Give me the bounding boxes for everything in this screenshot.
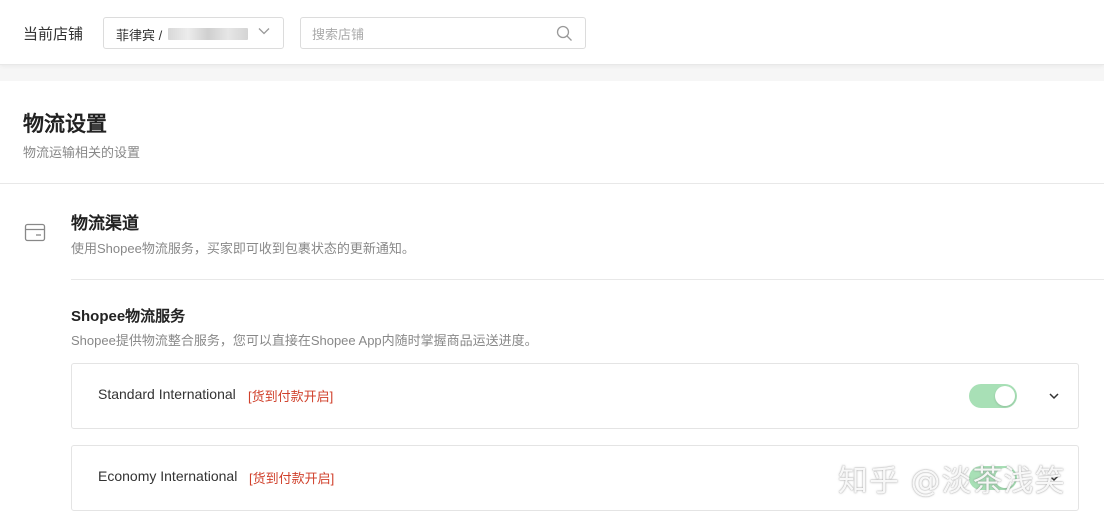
watermark: 知乎 @淡茶浅笑 bbox=[838, 464, 1066, 499]
chevron-down-icon[interactable] bbox=[1047, 389, 1061, 403]
channel-toggle[interactable] bbox=[969, 384, 1017, 408]
redacted-shop-name bbox=[168, 28, 248, 40]
section-title: 物流渠道 bbox=[71, 214, 139, 233]
channel-name: Standard International bbox=[98, 386, 236, 402]
shop-search-input[interactable] bbox=[312, 24, 542, 44]
shop-select-value: 菲律宾 / bbox=[116, 28, 163, 43]
cod-badge: [货到付款开启] bbox=[249, 471, 335, 486]
divider bbox=[71, 279, 1104, 280]
section-subtitle: 使用Shopee物流服务，买家即可收到包裹状态的更新通知。 bbox=[71, 241, 415, 256]
divider bbox=[0, 183, 1104, 184]
page-subtitle: 物流运输相关的设置 bbox=[23, 145, 141, 160]
chevron-down-icon bbox=[258, 28, 270, 35]
page-title: 物流设置 bbox=[23, 113, 107, 136]
shop-select[interactable]: 菲律宾 / bbox=[103, 17, 284, 49]
current-shop-label: 当前店铺 bbox=[23, 26, 84, 43]
service-title: Shopee物流服务 bbox=[71, 308, 186, 325]
cod-badge: [货到付款开启] bbox=[248, 389, 334, 404]
top-bar: 当前店铺 菲律宾 / bbox=[0, 0, 1104, 65]
channel-name: Economy International bbox=[98, 468, 238, 484]
toggle-knob bbox=[995, 386, 1015, 406]
box-icon bbox=[24, 223, 46, 242]
channel-row[interactable]: Standard International [货到付款开启] bbox=[71, 363, 1079, 429]
service-subtitle: Shopee提供物流整合服务，您可以直接在Shopee App内随时掌握商品运送… bbox=[71, 333, 538, 348]
shop-search[interactable] bbox=[300, 17, 586, 49]
search-icon[interactable] bbox=[556, 25, 573, 42]
